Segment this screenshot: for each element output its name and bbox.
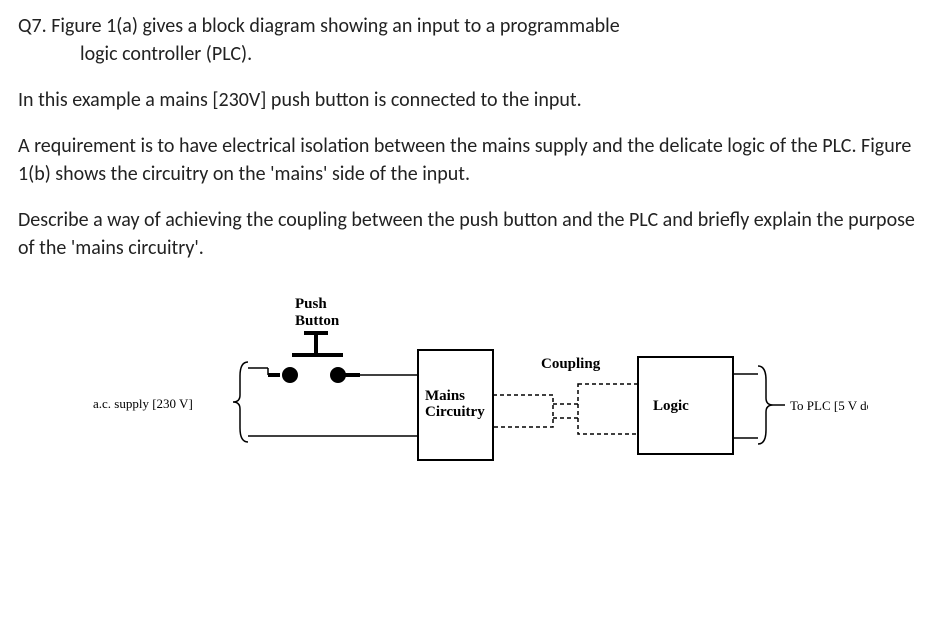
question-line1a: Figure 1(a) gives a block diagram showin… (51, 14, 620, 38)
ac-supply-label: a.c. supply [230 V] (93, 396, 193, 411)
left-brace-icon (233, 362, 248, 442)
logic-block: Logic (638, 357, 733, 454)
block-diagram: a.c. supply [230 V] Push Button (18, 280, 916, 510)
question-para3: A requirement is to have electrical isol… (18, 132, 916, 188)
question-number: Q7. (18, 14, 47, 38)
mains-circuitry-block: Mains Circuitry (418, 350, 493, 460)
question-intro: Q7. Figure 1(a) gives a block diagram sh… (18, 12, 916, 68)
right-brace-icon (758, 366, 773, 444)
output-wires (733, 374, 758, 438)
logic-label: Logic (653, 398, 689, 414)
coupling-connector-icon (493, 384, 638, 434)
question-para2: In this example a mains [230V] push butt… (18, 86, 916, 114)
to-plc-label: To PLC [5 V dc] (790, 398, 868, 413)
coupling-label: Coupling (541, 356, 601, 372)
push-button-icon (268, 333, 360, 381)
mains-circuitry-label-l1: Mains (425, 388, 465, 404)
question-para4: Describe a way of achieving the coupling… (18, 206, 916, 262)
push-button-label-line1: Push (295, 296, 327, 312)
push-button-label-line2: Button (295, 313, 340, 329)
question-line1b: logic controller (PLC). (18, 40, 916, 68)
mains-circuitry-label-l2: Circuitry (425, 404, 485, 420)
